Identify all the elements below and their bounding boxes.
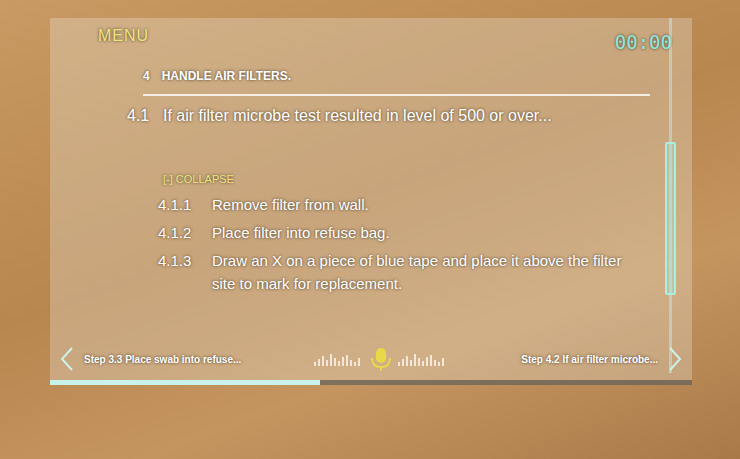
substep-number: 4.1.1 bbox=[158, 193, 212, 221]
step-number: 4.1 bbox=[127, 104, 163, 128]
hud-panel: MENU 00:00 4 HANDLE AIR FILTERS. 4.1If air f… bbox=[50, 18, 692, 385]
section-title: HANDLE AIR FILTERS. bbox=[162, 67, 291, 85]
scrollbar-track bbox=[669, 18, 672, 373]
collapse-toggle[interactable]: [-] COLLAPSE bbox=[50, 171, 692, 188]
substep-number: 4.1.2 bbox=[158, 221, 212, 249]
substep-list: 4.1.1Remove filter from wall.4.1.2Place … bbox=[50, 193, 692, 295]
progress-track bbox=[50, 380, 692, 385]
previous-chevron-icon[interactable] bbox=[58, 346, 76, 372]
substep[interactable]: 4.1.3Draw an X on a piece of blue tape a… bbox=[158, 249, 632, 295]
header: MENU 00:00 bbox=[50, 18, 692, 57]
section-heading: 4 HANDLE AIR FILTERS. bbox=[50, 67, 692, 85]
previous-area: Step 3.3 Place swab into refuse... bbox=[76, 352, 306, 367]
step[interactable]: 4.1If air filter microbe test resulted i… bbox=[50, 104, 692, 128]
step-navigation: Step 3.3 Place swab into refuse... Step 4… bbox=[50, 346, 692, 372]
spacer bbox=[50, 295, 692, 346]
progress-fill bbox=[50, 380, 320, 385]
substep[interactable]: 4.1.1Remove filter from wall. bbox=[158, 193, 632, 221]
next-step-button[interactable]: Step 4.2 If air filter microbe... bbox=[521, 352, 658, 367]
substep-text: Remove filter from wall. bbox=[212, 193, 369, 221]
next-area: Step 4.2 If air filter microbe... bbox=[456, 352, 666, 367]
microphone-icon[interactable] bbox=[306, 346, 456, 372]
camera-feed: MENU 00:00 4 HANDLE AIR FILTERS. 4.1If air f… bbox=[0, 0, 740, 459]
divider bbox=[143, 94, 650, 96]
substep-text: Place filter into refuse bag. bbox=[212, 221, 390, 249]
timer: 00:00 bbox=[615, 18, 692, 57]
substep-number: 4.1.3 bbox=[158, 249, 212, 295]
scrollbar-thumb[interactable] bbox=[665, 142, 676, 295]
previous-step-button[interactable]: Step 3.3 Place swab into refuse... bbox=[84, 352, 241, 367]
menu-button[interactable]: MENU bbox=[50, 18, 149, 48]
section-number: 4 bbox=[143, 67, 150, 85]
step-text: If air filter microbe test resulted in l… bbox=[163, 104, 552, 128]
substep[interactable]: 4.1.2Place filter into refuse bag. bbox=[158, 221, 632, 249]
substep-text: Draw an X on a piece of blue tape and pl… bbox=[212, 249, 632, 295]
